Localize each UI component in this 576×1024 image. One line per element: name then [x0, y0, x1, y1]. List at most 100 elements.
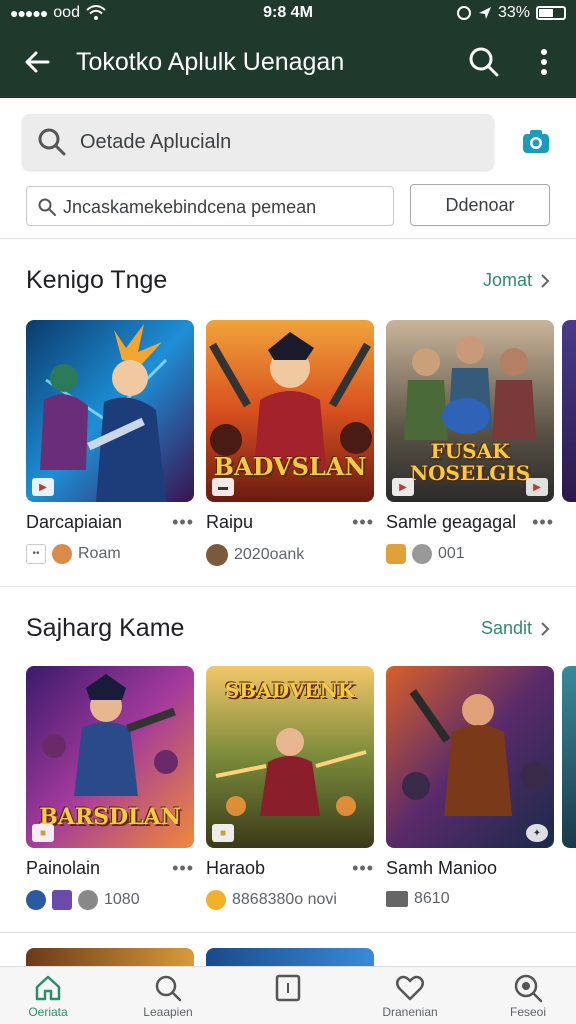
avatar-icon — [26, 890, 46, 910]
game-meta-text: 1080 — [104, 891, 140, 908]
back-arrow-icon[interactable] — [20, 44, 56, 80]
game-meta: 1080 — [26, 890, 140, 910]
game-name: Raipu — [206, 512, 254, 532]
nav-label: Oeriata — [28, 1005, 68, 1019]
publisher-badge: ▬ — [212, 478, 234, 496]
game-meta: 001 — [386, 544, 465, 564]
avatar-icon — [52, 890, 72, 910]
filter-input[interactable]: Jncaskamekebindcena pemean — [26, 186, 394, 226]
game-art — [386, 666, 554, 848]
nav-label: Dranenian — [382, 1005, 438, 1019]
avatar-icon — [52, 544, 72, 564]
avatar-icon — [386, 544, 406, 564]
nav-label: Leaapien — [143, 1005, 193, 1019]
bottom-nav: Oeriata Leaapien Dranenian Feseoi — [0, 966, 576, 1024]
game-name: Samle geagagal — [386, 512, 517, 532]
alarm-icon — [456, 6, 471, 20]
avatar-icon — [206, 544, 228, 566]
game-name: Haraob — [206, 858, 266, 878]
more-vert-icon[interactable] — [530, 44, 558, 80]
game-name: Painolain — [26, 858, 101, 878]
section-link-label: Sandit — [480, 618, 532, 638]
game-card[interactable]: FUSAK NOSELGIS ▶ ▶ Samle geagagal ••• 00… — [386, 320, 554, 564]
game-meta-text: Roam — [78, 545, 121, 562]
nav-label: Feseoi — [509, 1005, 547, 1019]
game-thumbnail[interactable]: SBADVENK ■ — [206, 666, 374, 848]
camera-icon[interactable] — [520, 126, 552, 158]
avatar-icon — [412, 544, 432, 564]
status-right: 33% — [456, 4, 566, 22]
game-thumbnail[interactable]: ✦ — [386, 666, 554, 848]
more-icon[interactable]: ••• — [172, 512, 194, 533]
chat-icon: •• — [26, 544, 46, 564]
game-card[interactable]: BARSDLAN ■ Painolain ••• 1080 — [26, 666, 194, 910]
section-title: Sajharg Kame — [26, 614, 185, 642]
section-link-label: Jomat — [482, 270, 532, 290]
game-thumbnail[interactable]: BADVSLAN ▬ — [206, 320, 374, 502]
search-icon[interactable] — [466, 44, 502, 80]
rating-badge-icon — [386, 891, 408, 907]
search-zoom-icon — [514, 974, 543, 1003]
more-icon[interactable]: ••• — [352, 512, 374, 533]
location-icon — [478, 7, 491, 19]
game-thumbnail[interactable]: BARSDLAN ■ — [26, 666, 194, 848]
game-card-peek[interactable] — [562, 666, 576, 848]
book-icon — [275, 974, 301, 1002]
game-meta: •• Roam — [26, 544, 121, 564]
game-meta-text: 2020oank — [234, 546, 305, 563]
search-icon — [38, 128, 66, 156]
publisher-badge: ■ — [212, 824, 234, 842]
chevron-right-icon — [541, 273, 550, 288]
divider — [0, 238, 576, 239]
game-card[interactable]: ▶ Darcapiaian ••• •• Roam — [26, 320, 194, 564]
game-thumbnail[interactable] — [206, 948, 374, 966]
game-card[interactable]: BADVSLAN ▬ Raipu ••• 2020oank — [206, 320, 374, 566]
game-meta: 8610 — [386, 890, 450, 908]
game-thumbnail[interactable]: FUSAK NOSELGIS ▶ ▶ — [386, 320, 554, 502]
game-thumbnail[interactable] — [26, 948, 194, 966]
section-link[interactable]: Jomat — [483, 270, 550, 291]
app-bar: Tokotko Aplulk Uenagan — [0, 36, 576, 90]
game-name: Samh Manioo — [386, 858, 498, 878]
game-card-peek[interactable] — [562, 320, 576, 502]
game-meta-text: 8610 — [414, 890, 450, 907]
game-meta: 8868380o novi — [206, 890, 337, 910]
game-card[interactable]: ✦ Samh Manioo 8610 — [386, 666, 554, 907]
game-name: Darcapiaian — [26, 512, 123, 532]
nav-search[interactable]: Leaapien — [118, 973, 218, 1019]
heart-icon — [396, 975, 424, 1001]
battery-label: 33% — [497, 4, 530, 21]
nav-favorites[interactable]: Dranenian — [360, 973, 460, 1019]
publisher-badge: ✦ — [526, 824, 548, 842]
game-logo: BADVSLAN — [213, 452, 367, 481]
more-icon[interactable]: ••• — [352, 858, 374, 879]
game-card[interactable]: SBADVENK ■ Haraob ••• 8868380o novi — [206, 666, 374, 910]
publisher-badge: ▶ — [32, 478, 54, 496]
section-link[interactable]: Sandit — [481, 618, 550, 639]
divider — [0, 586, 576, 587]
game-meta-text: 001 — [438, 545, 465, 562]
battery-icon — [536, 6, 566, 20]
search-input[interactable]: Oetade Aplucialn — [22, 114, 494, 170]
publisher-badge: ■ — [32, 824, 54, 842]
search-icon — [155, 975, 182, 1002]
home-icon — [35, 975, 61, 1001]
game-thumbnail[interactable]: ▶ — [26, 320, 194, 502]
game-meta-text: 8868380o novi — [232, 891, 337, 908]
nav-library[interactable] — [238, 973, 338, 1005]
filter-button[interactable]: Ddenoar — [410, 184, 550, 226]
page-title: Tokotko Aplulk Uenagan — [76, 48, 345, 76]
status-bar: ●●●●● ood 9:8 4M 33% — [0, 0, 576, 26]
more-icon[interactable]: ••• — [532, 512, 554, 533]
nav-discover[interactable]: Feseoi — [478, 973, 576, 1019]
nav-home[interactable]: Oeriata — [0, 973, 98, 1019]
game-meta: 2020oank — [206, 544, 304, 566]
search-icon — [38, 198, 56, 216]
divider — [0, 932, 576, 933]
avatar-icon — [206, 890, 226, 910]
publisher-badge: ▶ — [392, 478, 414, 496]
search-placeholder: Oetade Aplucialn — [80, 131, 232, 153]
section-title: Kenigo Tnge — [26, 266, 168, 294]
more-icon[interactable]: ••• — [172, 858, 194, 879]
game-art — [26, 320, 194, 502]
